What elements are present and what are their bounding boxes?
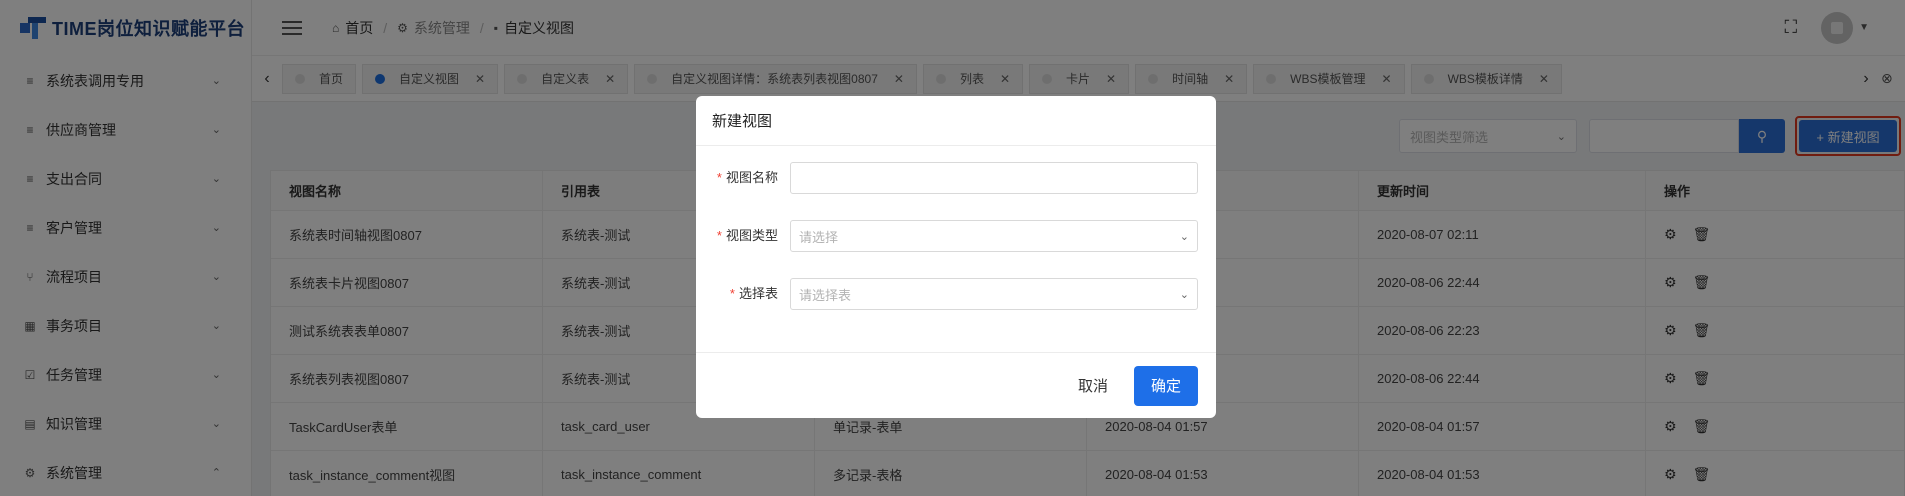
form-row-view-name: * 视图名称 [696, 162, 1216, 220]
view-type-label: * 视图类型 [696, 220, 790, 252]
new-view-dialog: 新建视图 * 视图名称 * 视图类型 请选择 ⌄ * 选择表 请选择表 ⌄ 取消 确定 [696, 96, 1216, 418]
view-name-label-text: 视图名称 [725, 170, 778, 185]
dialog-title: 新建视图 [696, 96, 1216, 146]
table-select[interactable]: 请选择表 ⌄ [790, 278, 1198, 310]
form-row-view-type: * 视图类型 请选择 ⌄ [696, 220, 1216, 278]
view-name-input[interactable] [790, 162, 1198, 194]
view-type-placeholder: 请选择 [799, 229, 839, 245]
chevron-down-icon: ⌄ [1179, 230, 1189, 243]
view-type-label-text: 视图类型 [725, 228, 778, 243]
table-select-label-text: 选择表 [738, 286, 778, 301]
new-view-form: * 视图名称 * 视图类型 请选择 ⌄ * 选择表 请选择表 ⌄ [696, 146, 1216, 336]
view-name-label: * 视图名称 [696, 162, 790, 194]
required-mark: * [729, 286, 735, 301]
confirm-button[interactable]: 确定 [1134, 365, 1198, 406]
chevron-down-icon: ⌄ [1179, 288, 1189, 301]
table-select-placeholder: 请选择表 [799, 287, 852, 303]
cancel-button[interactable]: 取消 [1078, 375, 1108, 396]
form-row-table: * 选择表 请选择表 ⌄ [696, 278, 1216, 336]
required-mark: * [716, 228, 722, 243]
dialog-footer: 取消 确定 [696, 352, 1216, 418]
view-type-select[interactable]: 请选择 ⌄ [790, 220, 1198, 252]
table-select-label: * 选择表 [696, 278, 790, 310]
required-mark: * [716, 170, 722, 185]
